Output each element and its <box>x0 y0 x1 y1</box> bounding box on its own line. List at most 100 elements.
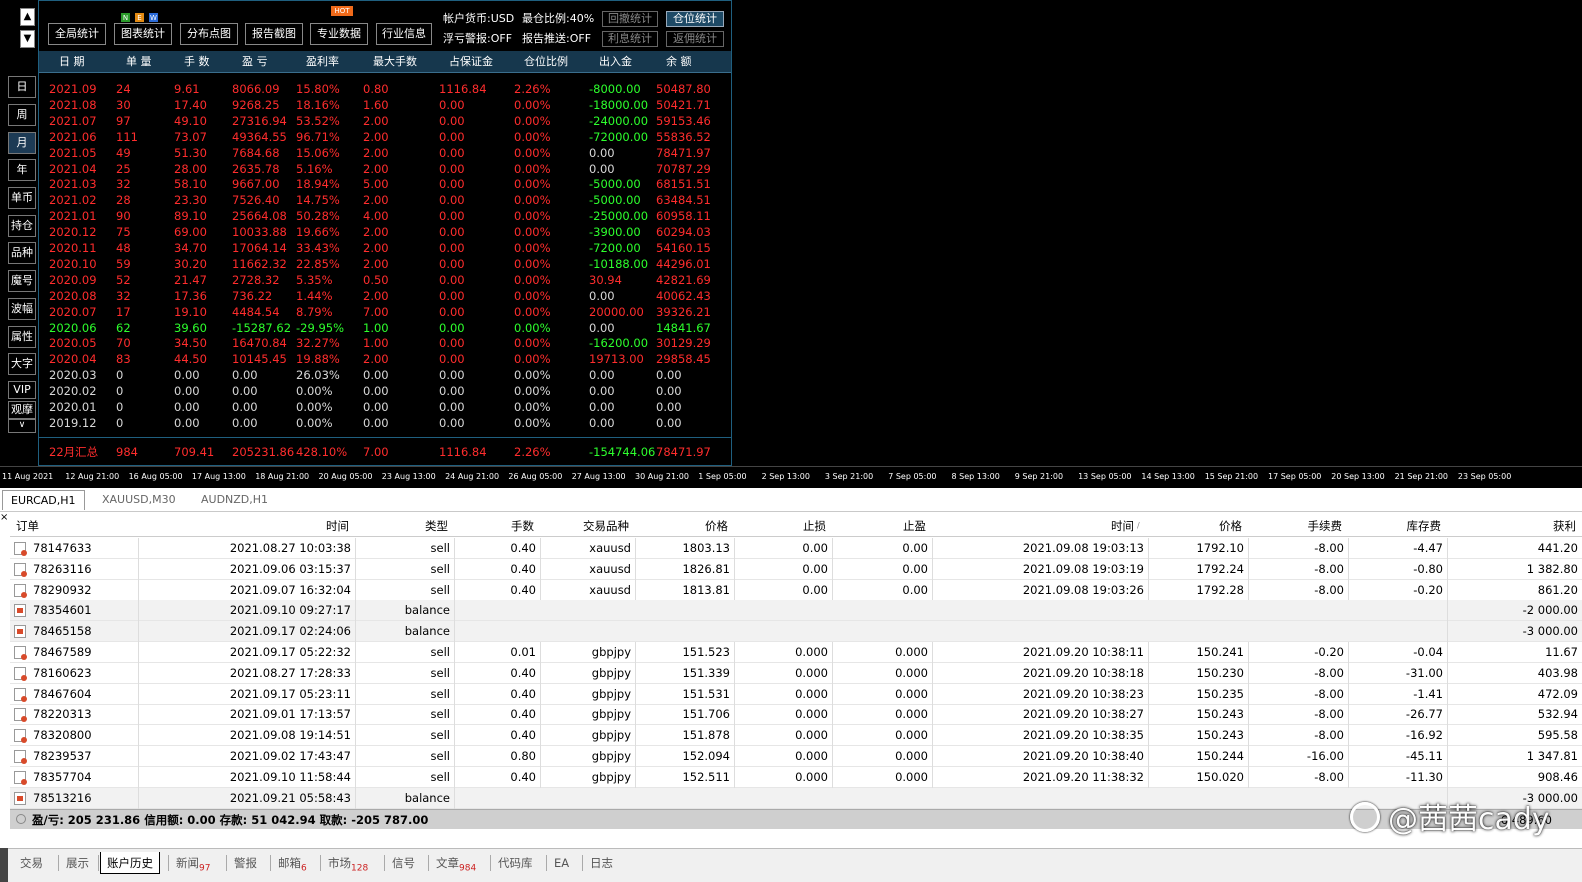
history-col-volume[interactable]: 手数 <box>511 515 534 537</box>
stats-col-profit-rate[interactable]: 盈利率 <box>306 51 339 73</box>
stats-row[interactable]: 2021.07 97 49.10 27316.94 53.52% 2.00 0.00 0.00… <box>39 113 731 129</box>
rebate-stats-button[interactable]: 返佣统计 <box>666 31 724 47</box>
nav-week-button[interactable]: 周 <box>8 104 36 126</box>
nav-large-font-button[interactable]: 大字 <box>8 353 36 375</box>
trade-row[interactable]: 78160623 2021.08.27 17:28:33 sell 0.40 gbpjp… <box>10 662 1582 684</box>
trade-row[interactable]: 78320800 2021.09.08 19:14:51 sell 0.40 gbpjp… <box>10 725 1582 747</box>
nav-symbol-button[interactable]: 品种 <box>8 242 36 264</box>
nav-attribute-button[interactable]: 属性 <box>8 326 36 348</box>
chart-stats-button[interactable]: 图表统计 <box>114 23 172 45</box>
pro-data-button[interactable]: 专业数据 <box>310 23 368 45</box>
history-col-commission[interactable]: 手续费 <box>1308 515 1343 537</box>
tab-market[interactable]: 市场128 <box>322 852 374 874</box>
stats-row[interactable]: 2020.07 17 19.10 4484.54 8.79% 7.00 0.00 0.00% 2… <box>39 304 731 320</box>
global-stats-button[interactable]: 全局统计 <box>48 23 106 45</box>
stats-col-position-ratio[interactable]: 仓位比例 <box>524 51 568 73</box>
close-panel-icon[interactable]: × <box>0 512 10 526</box>
nav-more-button[interactable]: ∨ <box>8 419 36 433</box>
history-col-symbol[interactable]: 交易品种 <box>583 515 629 537</box>
interest-stats-button[interactable]: 利息统计 <box>602 31 658 47</box>
history-col-swap[interactable]: 库存费 <box>1407 515 1442 537</box>
tab-account-history[interactable]: 账户历史 <box>100 852 160 874</box>
history-col-profit[interactable]: 获利 <box>1553 515 1576 537</box>
nav-year-button[interactable]: 年 <box>8 159 36 181</box>
stats-col-profit[interactable]: 盈 亏 <box>242 51 268 73</box>
stats-row[interactable]: 2020.02 0 0.00 0.00 0.00% 0.00 0.00 0.00% 0.00 0.… <box>39 383 731 399</box>
balance-row[interactable]: 78513216 2021.09.21 05:58:43 balance -3 000… <box>10 787 1582 809</box>
stats-col-deposit[interactable]: 出入金 <box>599 51 632 73</box>
industry-info-button[interactable]: 行业信息 <box>376 23 432 45</box>
nav-day-button[interactable]: 日 <box>8 76 36 98</box>
history-col-open-time[interactable]: 时间 <box>326 515 349 537</box>
balance-row[interactable]: 78354601 2021.09.10 09:27:17 balance -2 000… <box>10 600 1582 622</box>
trade-row[interactable]: 78239537 2021.09.02 17:43:47 sell 0.80 gbpjp… <box>10 746 1582 767</box>
tab-audnzd-h1[interactable]: AUDNZD,H1 <box>193 490 276 510</box>
drawdown-stats-button[interactable]: 回撤统计 <box>602 11 658 27</box>
stats-row[interactable]: 2020.09 52 21.47 2728.32 5.35% 0.50 0.00 0.00% 3… <box>39 272 731 288</box>
stats-row[interactable]: 2021.06 111 73.07 49364.55 96.71% 2.00 0.00 0.0… <box>39 129 731 145</box>
stats-col-margin[interactable]: 占保证金 <box>449 51 493 73</box>
stats-row[interactable]: 2021.05 49 51.30 7684.68 15.06% 2.00 0.00 0.00%… <box>39 145 731 161</box>
tab-alerts[interactable]: 警报 <box>228 852 263 874</box>
stats-col-date[interactable]: 日 期 <box>59 51 85 73</box>
tab-eurcad-h1[interactable]: EURCAD,H1 <box>2 490 85 510</box>
trade-row[interactable]: 78220313 2021.09.01 17:13:57 sell 0.40 gbpjp… <box>10 704 1582 726</box>
tab-articles[interactable]: 文章984 <box>430 852 482 874</box>
stats-row[interactable]: 2021.08 30 17.40 9268.25 18.16% 1.60 0.00 0.00%… <box>39 97 731 113</box>
nav-vip-button[interactable]: VIP <box>8 381 36 399</box>
nav-single-currency-button[interactable]: 单币 <box>8 187 36 209</box>
stats-col-max-lots[interactable]: 最大手数 <box>373 51 417 73</box>
tab-ea[interactable]: EA <box>548 852 575 874</box>
nav-volatility-button[interactable]: 波幅 <box>8 298 36 320</box>
stats-row[interactable]: 2020.08 32 17.36 736.22 1.44% 2.00 0.00 0.00% 0.… <box>39 288 731 304</box>
stats-row[interactable]: 2019.12 0 0.00 0.00 0.00% 0.00 0.00 0.00% 0.00 0.… <box>39 415 731 431</box>
stats-row[interactable]: 2020.05 70 34.50 16470.84 32.27% 1.00 0.00 0.00… <box>39 335 731 351</box>
balance-row[interactable]: 78465158 2021.09.17 02:24:06 balance -3 000… <box>10 621 1582 643</box>
nav-magic-button[interactable]: 魔号 <box>8 270 36 292</box>
trade-row[interactable]: 78467604 2021.09.17 05:23:11 sell 0.40 gbpjp… <box>10 683 1582 705</box>
history-col-close-time[interactable]: 时间 <box>1111 515 1134 537</box>
history-col-take-profit[interactable]: 止盈 <box>903 515 926 537</box>
history-col-open-price[interactable]: 价格 <box>705 515 728 537</box>
stats-row[interactable]: 2020.03 0 0.00 0.00 26.03% 0.00 0.00 0.00% 0.00 0… <box>39 367 731 383</box>
tab-code-base[interactable]: 代码库 <box>492 852 539 874</box>
trade-row[interactable]: 78467589 2021.09.17 05:22:32 sell 0.01 gbpjp… <box>10 642 1582 663</box>
tab-journal[interactable]: 日志 <box>584 852 619 874</box>
stats-col-orders[interactable]: 单 量 <box>126 51 152 73</box>
tab-signals[interactable]: 信号 <box>386 852 421 874</box>
tab-news[interactable]: 新闻97 <box>170 852 216 874</box>
distribution-button[interactable]: 分布点图 <box>180 23 238 45</box>
trade-row[interactable]: 78357704 2021.09.10 11:58:44 sell 0.40 gbpjp… <box>10 766 1582 788</box>
stats-row[interactable]: 2020.10 59 30.20 11662.32 22.85% 2.00 0.00 0.00… <box>39 256 731 272</box>
history-col-stop-loss[interactable]: 止损 <box>803 515 826 537</box>
trade-row[interactable]: 78290932 2021.09.07 16:32:04 sell 0.40 xauus… <box>10 579 1582 601</box>
scroll-up-button[interactable]: ▲ <box>20 8 35 26</box>
tab-trade[interactable]: 交易 <box>14 852 49 874</box>
history-col-close-price[interactable]: 价格 <box>1219 515 1242 537</box>
stats-row[interactable]: 2020.12 75 69.00 10033.88 19.66% 2.00 0.00 0.00… <box>39 224 731 240</box>
nav-observe-button[interactable]: 观摩 <box>8 401 36 419</box>
stats-row[interactable]: 2020.01 0 0.00 0.00 0.00% 0.00 0.00 0.00% 0.00 0.… <box>39 399 731 415</box>
nav-month-button[interactable]: 月 <box>8 132 36 154</box>
trade-row[interactable]: 78147633 2021.08.27 10:03:38 sell 0.40 xauus… <box>10 538 1582 559</box>
nav-holding-button[interactable]: 持仓 <box>8 215 36 237</box>
stats-row[interactable]: 2021.04 25 28.00 2635.78 5.16% 2.00 0.00 0.00% 0… <box>39 161 731 177</box>
tab-exposure[interactable]: 展示 <box>60 852 95 874</box>
stats-col-lots[interactable]: 手 数 <box>184 51 210 73</box>
history-col-order[interactable]: 订单 <box>16 515 39 537</box>
stats-row[interactable]: 2020.11 48 34.70 17064.14 33.43% 2.00 0.00 0.00… <box>39 240 731 256</box>
tab-mailbox[interactable]: 邮箱6 <box>272 852 313 874</box>
stats-row[interactable]: 2021.03 32 58.10 9667.00 18.94% 5.00 0.00 0.00%… <box>39 176 731 192</box>
stats-row[interactable]: 2020.04 83 44.50 10145.45 19.88% 2.00 0.00 0.00… <box>39 351 731 367</box>
stats-row[interactable]: 2021.09 24 9.61 8066.09 15.80% 0.80 1116.84 2.2… <box>39 81 731 97</box>
tab-xauusd-m30[interactable]: XAUUSD,M30 <box>94 490 184 510</box>
scroll-down-button[interactable]: ▼ <box>20 30 35 48</box>
stats-row[interactable]: 2020.06 62 39.60 -15287.62 -29.95% 1.00 0.00 0.… <box>39 320 731 336</box>
stats-row[interactable]: 2021.01 90 89.10 25664.08 50.28% 4.00 0.00 0.00… <box>39 208 731 224</box>
history-col-type[interactable]: 类型 <box>425 515 448 537</box>
trade-row[interactable]: 78263116 2021.09.06 03:15:37 sell 0.40 xauus… <box>10 558 1582 580</box>
report-screenshot-button[interactable]: 报告截图 <box>245 23 303 45</box>
position-stats-button[interactable]: 仓位统计 <box>666 11 724 27</box>
stats-col-balance[interactable]: 余 额 <box>666 51 692 73</box>
stats-row[interactable]: 2021.02 28 23.30 7526.40 14.75% 2.00 0.00 0.00%… <box>39 192 731 208</box>
